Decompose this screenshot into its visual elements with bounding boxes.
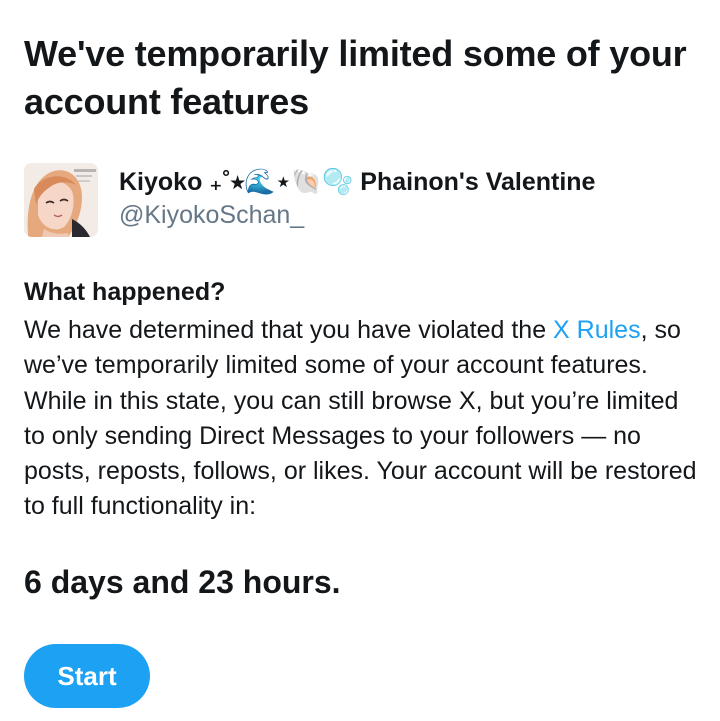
account-handle: @KiyokoSchan_: [119, 201, 305, 229]
page-title: We've temporarily limited some of your a…: [24, 33, 687, 122]
explanation-text: We have determined that you have violate…: [24, 313, 704, 525]
restriction-duration: 6 days and 23 hours.: [24, 564, 341, 600]
avatar: [24, 163, 98, 237]
start-button[interactable]: Start: [24, 644, 150, 708]
x-rules-link[interactable]: X Rules: [553, 316, 641, 344]
avatar-illustration-icon: [24, 163, 98, 237]
account-info: Kiyoko ₊˚⭒🌊⋆🐚🫧 Phainon's Valentine @Kiyo…: [24, 163, 704, 239]
explanation-text-end: , so we’ve temporarily limited some of y…: [24, 316, 697, 521]
section-heading: What happened?: [24, 278, 226, 306]
explanation-text-start: We have determined that you have violate…: [24, 316, 554, 344]
account-display-name: Kiyoko ₊˚⭒🌊⋆🐚🫧 Phainon's Valentine: [119, 168, 596, 196]
